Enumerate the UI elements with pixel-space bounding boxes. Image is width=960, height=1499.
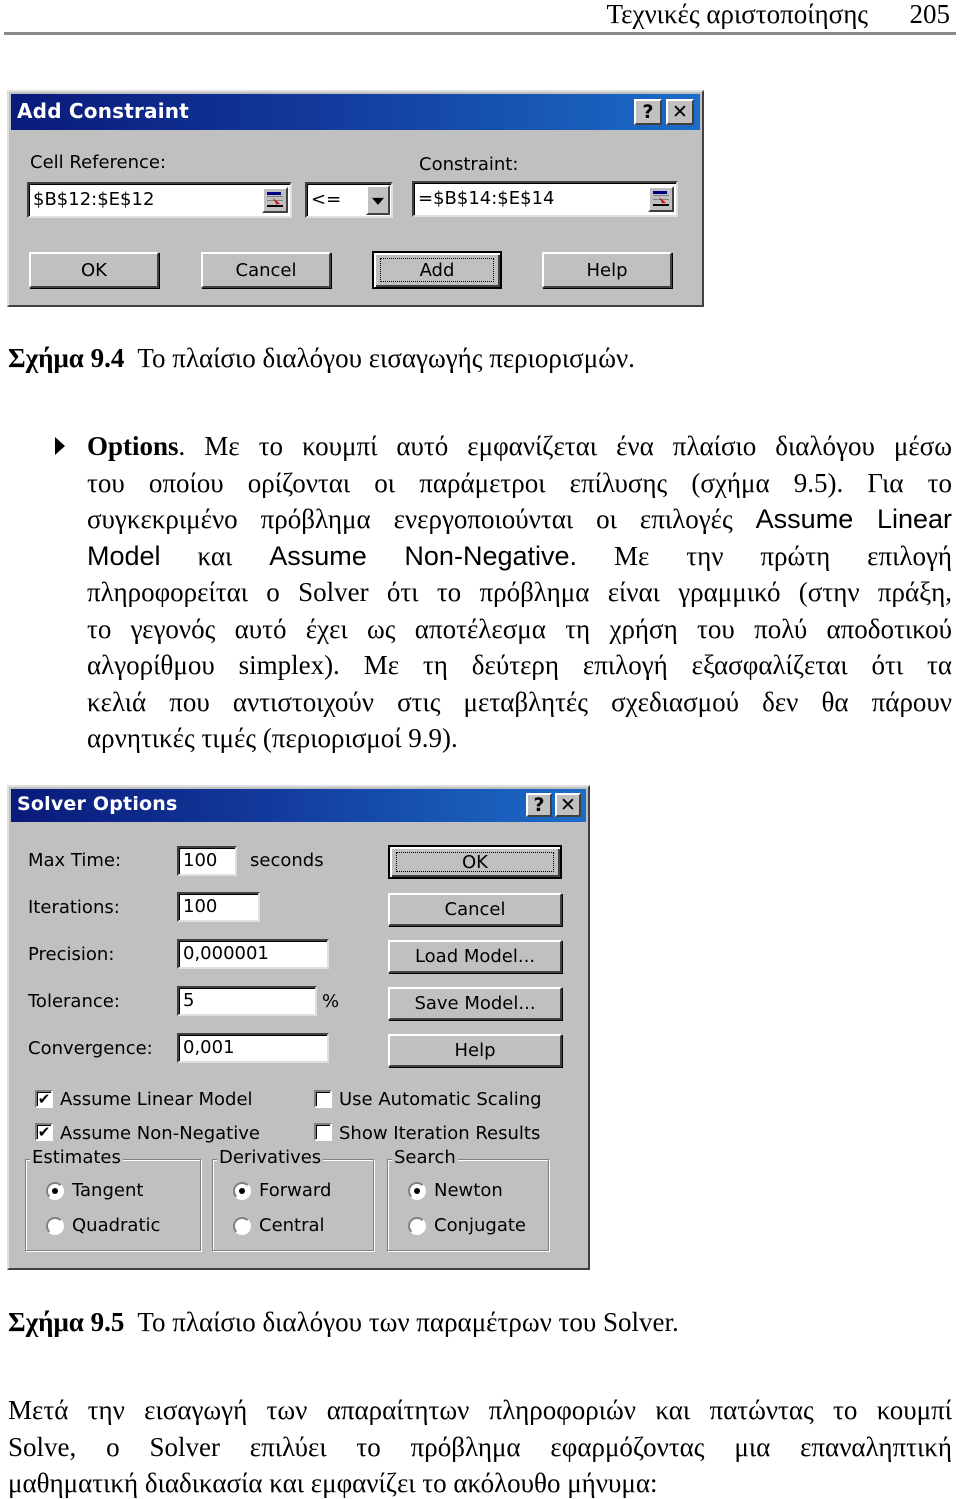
- paragraph-line: Μετά την εισαγωγή των απαραίτητων πληροφ…: [8, 1395, 952, 1425]
- cancel-button[interactable]: Cancel: [201, 252, 331, 288]
- conjugate-radio[interactable]: [408, 1217, 426, 1235]
- cell-reference-label: Cell Reference:: [30, 152, 167, 173]
- paragraph-line: μαθηματική διαδικασία και εμφανίζει το α…: [8, 1468, 658, 1498]
- paragraph-line: κελιά που αντιστοιχούν στις μεταβλητές σ…: [87, 686, 952, 717]
- show-iteration-results-checkbox[interactable]: [314, 1123, 332, 1141]
- caption-label: Σχήμα 9.4: [8, 343, 125, 373]
- dialog-title: Solver Options: [17, 793, 178, 815]
- quadratic-radio[interactable]: [46, 1217, 64, 1235]
- paragraph-line: συγκεκριμένο πρόβλημα ενεργοποιούνται οι…: [87, 504, 953, 534]
- header-rule: [4, 32, 956, 35]
- check-icon: ✔: [37, 1123, 51, 1141]
- max-time-input[interactable]: 100: [177, 846, 237, 876]
- caption-label: Σχήμα 9.5: [8, 1307, 125, 1337]
- quadratic-label: Quadratic: [72, 1215, 161, 1236]
- options-paragraph: Options. Με το κουμπί αυτό εμφανίζεται έ…: [87, 428, 952, 757]
- precision-input[interactable]: 0,000001: [177, 939, 329, 969]
- range-select-icon: [267, 192, 283, 207]
- close-icon: ✕: [672, 101, 688, 123]
- constraint-label: Constraint:: [419, 154, 519, 175]
- central-label: Central: [259, 1215, 325, 1236]
- use-automatic-scaling-checkbox[interactable]: [314, 1090, 332, 1108]
- paragraph-line: του οποίου ορίζονται οι παράμετροι επίλυ…: [87, 467, 952, 498]
- tolerance-input[interactable]: 5: [177, 986, 317, 1016]
- conjugate-label: Conjugate: [434, 1215, 526, 1236]
- operator-dropdown[interactable]: <=: [305, 182, 393, 218]
- search-group: Search Newton Conjugate: [387, 1147, 549, 1251]
- assume-linear-model-label: Assume Linear Model: [60, 1089, 253, 1110]
- estimates-legend: Estimates: [30, 1147, 123, 1168]
- question-icon: ?: [642, 101, 654, 123]
- solver-options-dialog: Solver Options ? ✕ Max Time: 100 seconds…: [7, 785, 590, 1270]
- caption-text: Το πλαίσιο διαλόγου εισαγωγής περιορισμώ…: [137, 343, 635, 373]
- paragraph-line: πληροφορείται ο Solver ότι το πρόβλημα ε…: [87, 577, 952, 607]
- save-model-button[interactable]: Save Model...: [388, 987, 562, 1020]
- tolerance-unit: %: [322, 991, 340, 1012]
- add-button[interactable]: Add: [372, 251, 502, 289]
- help-button[interactable]: Help: [542, 252, 672, 288]
- forward-radio[interactable]: [233, 1182, 251, 1200]
- closing-paragraph: Μετά την εισαγωγή των απαραίτητων πληροφ…: [8, 1392, 952, 1499]
- forward-label: Forward: [259, 1180, 332, 1201]
- central-radio[interactable]: [233, 1217, 251, 1235]
- constraint-input[interactable]: =$B$14:$E$14: [412, 181, 678, 217]
- max-time-unit: seconds: [250, 850, 324, 871]
- estimates-group: Estimates Tangent Quadratic: [25, 1147, 201, 1251]
- close-button[interactable]: ✕: [666, 99, 694, 125]
- close-button[interactable]: ✕: [555, 793, 581, 817]
- assume-non-negative-checkbox[interactable]: ✔: [35, 1123, 53, 1141]
- paragraph-line: το γεγονός αυτό έχει ως αποτέλεσμα τη χρ…: [87, 613, 952, 644]
- load-model-button[interactable]: Load Model...: [388, 940, 562, 973]
- convergence-input[interactable]: 0,001: [177, 1033, 329, 1063]
- precision-label: Precision:: [28, 944, 115, 965]
- collapse-dialog-button[interactable]: [262, 187, 288, 213]
- help-title-button[interactable]: ?: [526, 793, 552, 817]
- derivatives-legend: Derivatives: [217, 1147, 324, 1168]
- paragraph-line: Solve, ο Solver επιλύει το πρόβλημα εφαρ…: [8, 1431, 952, 1462]
- collapse-dialog-button[interactable]: [648, 186, 674, 212]
- iterations-input[interactable]: 100: [177, 892, 260, 922]
- tolerance-label: Tolerance:: [28, 991, 120, 1012]
- page-number: 205: [909, 0, 951, 29]
- newton-radio[interactable]: [408, 1182, 426, 1200]
- tangent-radio[interactable]: [46, 1182, 64, 1200]
- dialog-titlebar[interactable]: Solver Options ? ✕: [11, 789, 586, 822]
- running-header: Τεχνικές αριστοποίησης 205: [0, 0, 960, 36]
- figure-caption-9-4: Σχήμα 9.4 Το πλαίσιο διαλόγου εισαγωγής …: [8, 343, 635, 374]
- paragraph-line: Model και Assume Non-Negative. Με την πρ…: [87, 540, 953, 571]
- iterations-label: Iterations:: [28, 897, 120, 918]
- paragraph-line: αρνητικές τιμές (περιορισμοί 9.9).: [87, 723, 458, 753]
- dialog-title: Add Constraint: [17, 99, 190, 123]
- newton-label: Newton: [434, 1180, 503, 1201]
- assume-linear-model-checkbox[interactable]: ✔: [35, 1090, 53, 1108]
- assume-non-negative-label: Assume Non-Negative: [60, 1123, 260, 1144]
- derivatives-group: Derivatives Forward Central: [212, 1147, 374, 1251]
- use-automatic-scaling-label: Use Automatic Scaling: [339, 1089, 542, 1110]
- help-button[interactable]: Help: [388, 1034, 562, 1067]
- range-select-icon: [653, 191, 669, 206]
- max-time-label: Max Time:: [28, 850, 122, 871]
- cancel-button[interactable]: Cancel: [388, 893, 562, 926]
- add-constraint-dialog: Add Constraint ? ✕ Cell Reference: $B$12…: [7, 90, 704, 307]
- figure-caption-9-5: Σχήμα 9.5 Το πλαίσιο διαλόγου των παραμέ…: [8, 1307, 679, 1338]
- ok-button[interactable]: OK: [388, 845, 562, 879]
- paragraph-line: Options. Με το κουμπί αυτό εμφανίζεται έ…: [87, 431, 952, 461]
- convergence-label: Convergence:: [28, 1038, 153, 1059]
- question-icon: ?: [533, 794, 545, 816]
- right-triangle-bullet-icon: [55, 437, 65, 455]
- cell-reference-input[interactable]: $B$12:$E$12: [27, 182, 292, 218]
- ok-button[interactable]: OK: [29, 252, 159, 288]
- search-legend: Search: [392, 1147, 458, 1168]
- chevron-down-icon[interactable]: [366, 185, 390, 215]
- show-iteration-results-label: Show Iteration Results: [339, 1123, 541, 1144]
- dialog-titlebar[interactable]: Add Constraint ? ✕: [11, 94, 700, 130]
- chapter-title: Τεχνικές αριστοποίησης: [606, 0, 868, 29]
- close-icon: ✕: [560, 794, 576, 816]
- help-title-button[interactable]: ?: [634, 99, 662, 125]
- tangent-label: Tangent: [72, 1180, 144, 1201]
- caption-text: Το πλαίσιο διαλόγου των παραμέτρων του S…: [137, 1307, 679, 1337]
- paragraph-line: αλγορίθμου simplex). Με τη δεύτερη επιλο…: [87, 650, 952, 680]
- check-icon: ✔: [37, 1090, 51, 1108]
